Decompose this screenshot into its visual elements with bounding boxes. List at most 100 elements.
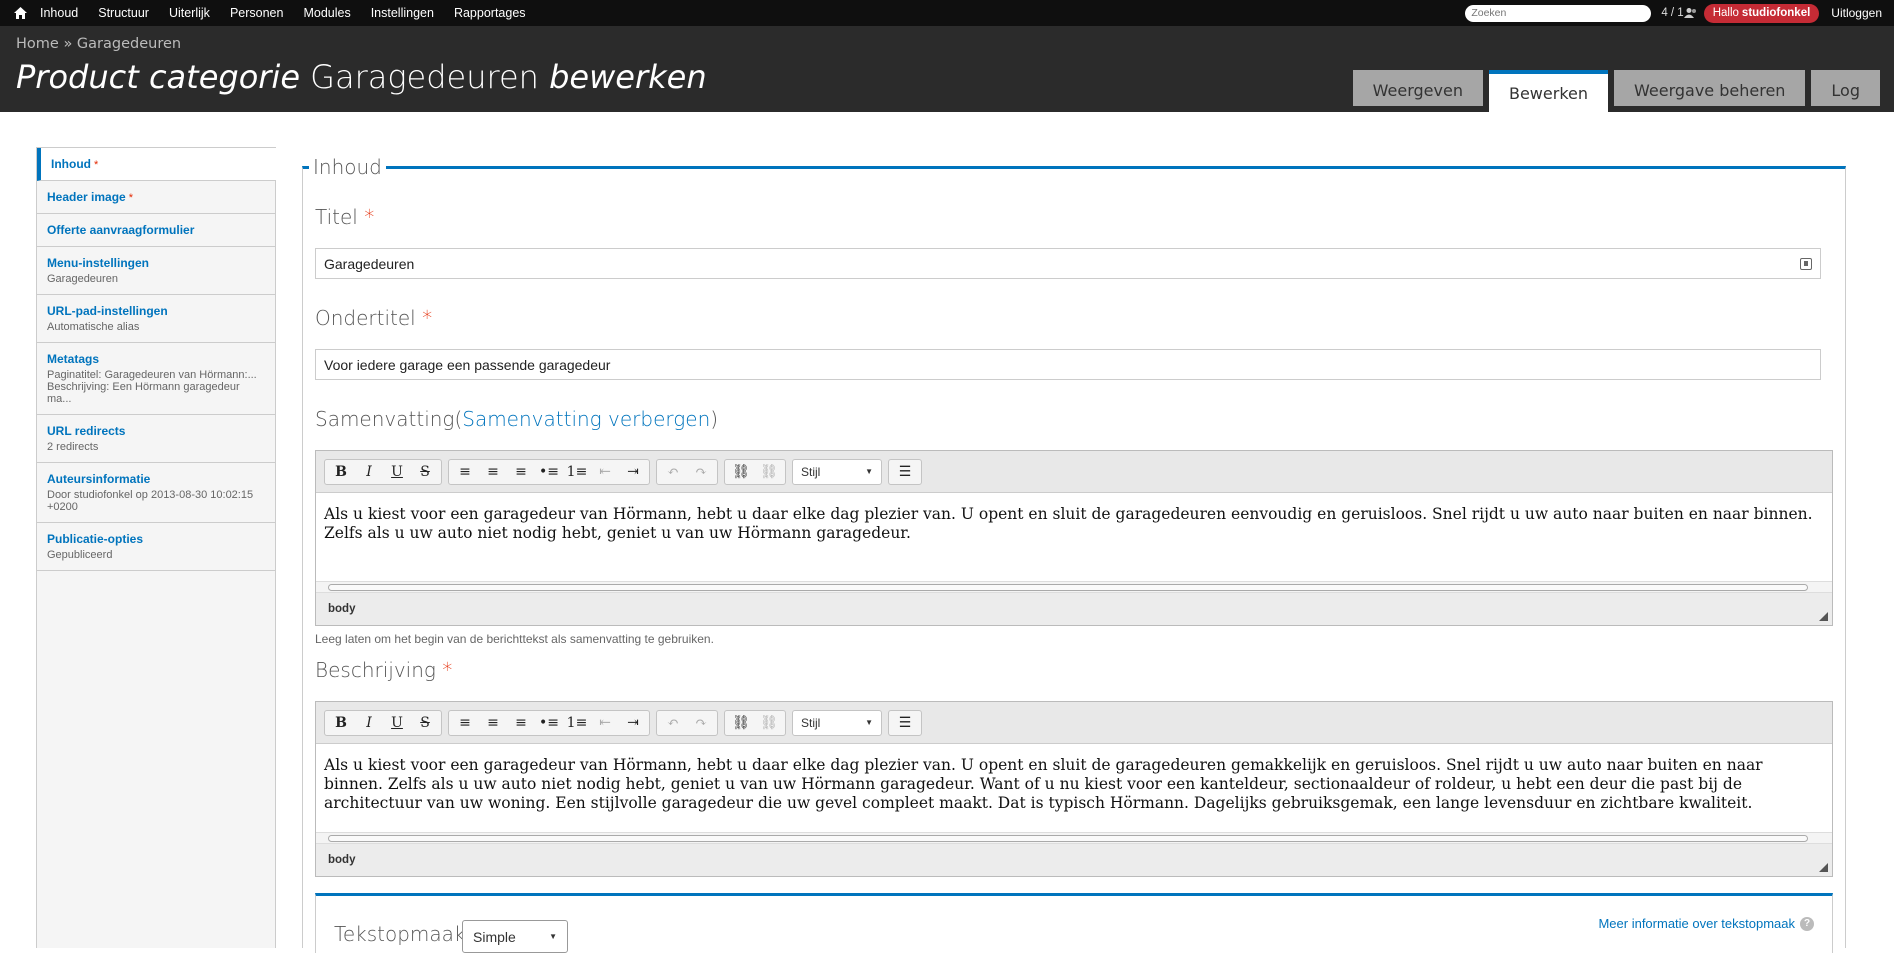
summary-label: Samenvatting(Samenvatting verbergen) [315, 407, 719, 431]
toolbar-menu-rapportages[interactable]: Rapportages [454, 6, 526, 20]
editor-toolbar: B I U S ≡ ≡ ≡ •≡ 1≡ ⇤ ⇥ ↶ ↷ ⛓ ⛓ Stijl ▼ … [316, 451, 1832, 493]
tab-weergeven[interactable]: Weergeven [1352, 70, 1483, 106]
autofill-icon[interactable] [1800, 258, 1812, 270]
sidebar-item-label: Header image [47, 190, 126, 204]
unlink-icon[interactable]: ⛓ [755, 711, 783, 735]
blocks-icon[interactable]: ☰ [891, 711, 919, 735]
sidebar-item-url-redirects[interactable]: URL redirects 2 redirects [37, 415, 275, 463]
search-input[interactable] [1465, 4, 1652, 22]
sidebar-item-publicatie-opties[interactable]: Publicatie-opties Gepubliceerd [37, 523, 275, 571]
underline-button[interactable]: U [383, 711, 411, 735]
paragraph-button-group: ≡ ≡ ≡ •≡ 1≡ ⇤ ⇥ [448, 709, 650, 736]
toolbar-menu-inhoud[interactable]: Inhoud [40, 6, 78, 20]
tab-log[interactable]: Log [1811, 70, 1880, 106]
required-mark: * [422, 306, 433, 330]
indent-button[interactable]: ⇥ [619, 460, 647, 484]
numbered-list-button[interactable]: 1≡ [563, 460, 591, 484]
outdent-button[interactable]: ⇤ [591, 711, 619, 735]
description-editor-content[interactable]: Als u kiest voor een garagedeur van Hörm… [316, 744, 1832, 832]
sidebar-item-inhoud[interactable]: Inhoud * [37, 148, 276, 181]
link-button-group: ⛓ ⛓ [724, 709, 786, 736]
align-left-button[interactable]: ≡ [451, 711, 479, 735]
tab-bewerken[interactable]: Bewerken [1488, 70, 1608, 112]
strikethrough-button[interactable]: S [411, 460, 439, 484]
subtitle-field[interactable]: Voor iedere garage een passende garagede… [315, 349, 1821, 380]
summary-label-text: Samenvatting [315, 407, 455, 431]
user-badge[interactable]: Hallo studiofonkel [1703, 3, 1820, 23]
text-format-value: Simple [473, 928, 516, 945]
title-field[interactable]: Garagedeuren [315, 248, 1821, 279]
undo-button[interactable]: ↶ [659, 711, 687, 735]
toolbar-menu-structuur[interactable]: Structuur [98, 6, 149, 20]
link-icon[interactable]: ⛓ [727, 711, 755, 735]
toolbar-menu-personen[interactable]: Personen [230, 6, 284, 20]
editor-horizontal-scrollbar[interactable] [316, 581, 1832, 593]
subtitle-value: Voor iedere garage een passende garagede… [324, 356, 611, 373]
numbered-list-button[interactable]: 1≡ [563, 711, 591, 735]
required-mark: * [128, 192, 134, 204]
align-right-button[interactable]: ≡ [507, 460, 535, 484]
breadcrumb-home[interactable]: Home [16, 36, 59, 52]
bold-button[interactable]: B [327, 711, 355, 735]
required-mark: * [94, 159, 99, 171]
underline-button[interactable]: U [383, 460, 411, 484]
blocks-icon[interactable]: ☰ [891, 460, 919, 484]
sidebar-item-header-image[interactable]: Header image * [37, 181, 275, 214]
outdent-button[interactable]: ⇤ [591, 460, 619, 484]
description-label-text: Beschrijving [315, 658, 436, 682]
style-dropdown[interactable]: Stijl ▼ [792, 458, 882, 485]
sidebar-item-auteursinformatie[interactable]: Auteursinformatie Door studiofonkel op 2… [37, 463, 275, 523]
sidebar-item-offerte[interactable]: Offerte aanvraagformulier [37, 214, 275, 247]
align-center-button[interactable]: ≡ [479, 711, 507, 735]
style-dropdown[interactable]: Stijl ▼ [792, 709, 882, 736]
bullet-list-button[interactable]: •≡ [535, 711, 563, 735]
title-label-text: Titel [315, 205, 358, 229]
resize-handle-icon[interactable] [1819, 863, 1828, 872]
redo-button[interactable]: ↷ [687, 460, 715, 484]
scrollbar-thumb[interactable] [328, 584, 1808, 591]
breadcrumb-garagedeuren[interactable]: Garagedeuren [77, 36, 181, 52]
align-center-button[interactable]: ≡ [479, 460, 507, 484]
summary-editor-content[interactable]: Als u kiest voor een garagedeur van Hörm… [316, 493, 1832, 581]
summary-help-text: Leeg laten om het begin van de berichtte… [315, 632, 714, 646]
strikethrough-button[interactable]: S [411, 711, 439, 735]
format-button-group: B I U S [324, 709, 442, 736]
toolbar-menu: Inhoud Structuur Uiterlijk Personen Modu… [40, 6, 546, 20]
editor-horizontal-scrollbar[interactable] [316, 832, 1832, 844]
italic-button[interactable]: I [355, 711, 383, 735]
style-dropdown-value: Stijl [801, 715, 821, 730]
editor-path-bar: body [316, 844, 1832, 876]
align-right-button[interactable]: ≡ [507, 711, 535, 735]
italic-button[interactable]: I [355, 460, 383, 484]
logout-link[interactable]: Uitloggen [1831, 6, 1882, 20]
undo-button[interactable]: ↶ [659, 460, 687, 484]
link-icon[interactable]: ⛓ [727, 460, 755, 484]
sidebar-item-menu-instellingen[interactable]: Menu-instellingen Garagedeuren [37, 247, 275, 295]
toolbar-menu-instellingen[interactable]: Instellingen [371, 6, 434, 20]
unlink-icon[interactable]: ⛓ [755, 460, 783, 484]
align-left-button[interactable]: ≡ [451, 460, 479, 484]
history-button-group: ↶ ↷ [656, 709, 718, 736]
bullet-list-button[interactable]: •≡ [535, 460, 563, 484]
toolbar-menu-uiterlijk[interactable]: Uiterlijk [169, 6, 210, 20]
fieldset-legend: Inhoud [309, 155, 386, 179]
text-format-select[interactable]: Simple ▼ [462, 920, 568, 953]
toolbar-menu-modules[interactable]: Modules [303, 6, 350, 20]
text-format-info-link[interactable]: Meer informatie over tekstopmaak ? [1598, 916, 1814, 931]
summary-toggle-link[interactable]: Samenvatting verbergen [462, 407, 710, 431]
format-button-group: B I U S [324, 458, 442, 485]
sidebar-item-label: URL-pad-instellingen [47, 304, 168, 318]
bold-button[interactable]: B [327, 460, 355, 484]
home-icon[interactable] [0, 0, 40, 26]
indent-button[interactable]: ⇥ [619, 711, 647, 735]
sidebar-item-metatags[interactable]: Metatags Paginatitel: Garagedeuren van H… [37, 343, 275, 415]
style-dropdown-value: Stijl [801, 464, 821, 479]
redo-button[interactable]: ↷ [687, 711, 715, 735]
sidebar-item-label: Metatags [47, 352, 100, 366]
tab-weergave-beheren[interactable]: Weergave beheren [1614, 70, 1806, 106]
resize-handle-icon[interactable] [1819, 612, 1828, 621]
sidebar-item-url-pad[interactable]: URL-pad-instellingen Automatische alias [37, 295, 275, 343]
link-button-group: ⛓ ⛓ [724, 458, 786, 485]
scrollbar-thumb[interactable] [328, 835, 1808, 842]
paragraph-button-group: ≡ ≡ ≡ •≡ 1≡ ⇤ ⇥ [448, 458, 650, 485]
